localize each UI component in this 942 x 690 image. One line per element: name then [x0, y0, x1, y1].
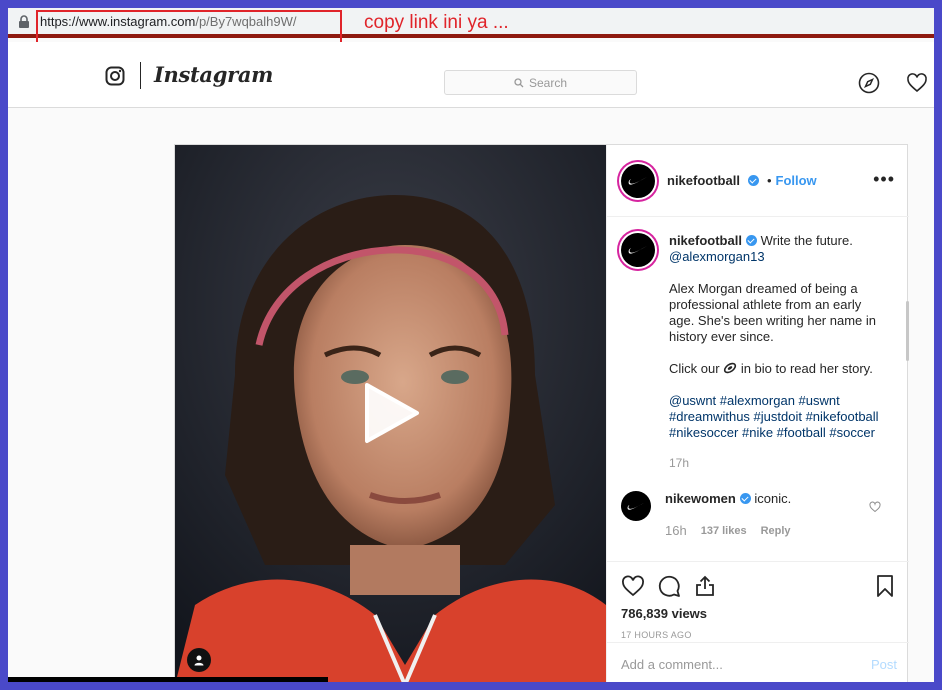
caption-hashtags[interactable]: @uswnt #alexmorgan #uswnt #dreamwithus #…	[669, 393, 883, 441]
comment-like-heart-icon[interactable]	[869, 501, 881, 513]
instagram-wordmark[interactable]: Instagram	[154, 62, 273, 87]
post-header: nikefootball • Follow •••	[607, 145, 909, 217]
comment-body: nikewomen iconic. 16h 137 likes Reply	[665, 491, 855, 539]
nike-swoosh-icon	[628, 246, 647, 254]
comment-likes[interactable]: 137 likes	[701, 523, 747, 539]
heart-icon[interactable]	[906, 72, 928, 94]
comment-input[interactable]: Add a comment... Post	[607, 642, 909, 682]
nike-swoosh-icon	[628, 176, 647, 185]
follow-button[interactable]: Follow	[776, 173, 817, 188]
comment-meta: 16h 137 likes Reply	[665, 523, 855, 539]
more-options-icon[interactable]: •••	[873, 169, 895, 190]
browser-window: https://www.instagram.com/p/By7wqbalh9W/…	[8, 8, 934, 682]
search-input[interactable]: Search	[444, 70, 637, 95]
view-count[interactable]: 786,839 views	[621, 606, 707, 621]
caption-mention[interactable]: @alexmorgan13	[669, 249, 765, 264]
user-tag-button[interactable]	[187, 648, 211, 672]
avatar[interactable]	[621, 491, 651, 521]
taskbar-strip	[8, 677, 328, 682]
comment-row: nikewomen iconic. 16h 137 likes Reply	[621, 491, 893, 539]
nike-swoosh-icon	[627, 502, 645, 510]
comment-bubble-icon[interactable]	[657, 574, 681, 598]
link-icon	[724, 362, 737, 374]
comment-username[interactable]: nikewomen	[665, 491, 736, 506]
verified-badge-icon	[747, 175, 759, 186]
comments-scrollbar[interactable]	[906, 301, 909, 361]
caption-username[interactable]: nikefootball	[669, 233, 742, 248]
comments-list: nikefootball Write the future. @alexmorg…	[607, 217, 909, 561]
search-placeholder: Search	[528, 75, 568, 90]
person-icon	[194, 655, 204, 666]
save-bookmark-icon[interactable]	[873, 574, 897, 598]
explore-compass-icon[interactable]	[858, 72, 880, 94]
post-actions: 786,839 views 17 HOURS AGO Add a comment…	[607, 561, 909, 682]
post-card: nikefootball • Follow ••• nikefootball W…	[174, 144, 909, 682]
caption-first-line: Write the future.	[760, 233, 853, 248]
post-sidebar: nikefootball • Follow ••• nikefootball W…	[606, 145, 909, 682]
avatar[interactable]	[621, 233, 655, 267]
caption-p2-after: in bio to read her story.	[740, 361, 873, 376]
comment-text: iconic.	[754, 491, 792, 506]
like-heart-icon[interactable]	[621, 574, 645, 598]
caption-row: nikefootball Write the future. @alexmorg…	[621, 233, 893, 471]
comment-placeholder: Add a comment...	[621, 657, 723, 672]
post-video[interactable]	[175, 145, 606, 682]
logo-divider	[140, 62, 141, 89]
lock-icon	[19, 15, 29, 28]
caption-paragraph-2: Click our in bio to read her story.	[669, 361, 883, 377]
instagram-header: Instagram Search	[8, 42, 934, 108]
post-comment-button[interactable]: Post	[871, 657, 897, 672]
separator-dot: •	[766, 173, 772, 188]
verified-badge-icon	[745, 235, 757, 246]
comment-time: 16h	[665, 523, 687, 538]
camera-icon[interactable]	[105, 66, 125, 86]
search-icon	[514, 77, 524, 87]
url-highlight-box	[36, 10, 342, 45]
caption-text: nikefootball Write the future. @alexmorg…	[669, 233, 883, 471]
play-icon[interactable]	[361, 381, 421, 445]
post-username[interactable]: nikefootball	[667, 173, 740, 188]
avatar[interactable]	[621, 163, 655, 198]
verified-badge-icon	[739, 493, 751, 504]
reply-button[interactable]: Reply	[761, 523, 791, 539]
post-timestamp[interactable]: 17 HOURS AGO	[621, 630, 692, 640]
share-icon[interactable]	[693, 574, 717, 598]
caption-p2-before: Click our	[669, 361, 720, 376]
caption-time: 17h	[669, 456, 690, 470]
caption-paragraph: Alex Morgan dreamed of being a professio…	[669, 281, 876, 344]
annotation-text: copy link ini ya ...	[364, 12, 509, 33]
